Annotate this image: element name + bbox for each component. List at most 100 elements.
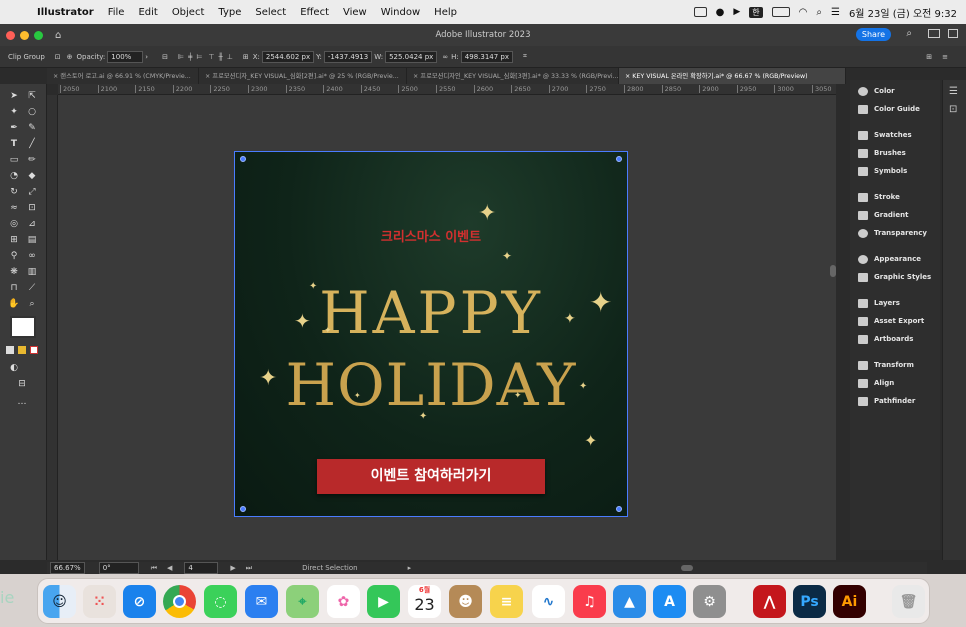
eraser-icon[interactable]: ◆ (26, 170, 38, 182)
panel-transparency[interactable]: Transparency (858, 226, 927, 240)
align-middle-icon[interactable]: ╫ (219, 53, 223, 61)
selection-handle[interactable] (240, 506, 246, 512)
play-icon[interactable]: ▶ (733, 7, 740, 17)
photos-icon[interactable]: ✿ (327, 585, 360, 618)
panel-stroke[interactable]: Stroke (858, 190, 900, 204)
status-arrow-icon[interactable]: ▸ (408, 564, 412, 572)
menu-app-name[interactable]: Illustrator (30, 7, 101, 18)
align-left-icon[interactable]: ⊫ (178, 53, 184, 61)
opacity-arrow-icon[interactable]: › (145, 53, 148, 61)
document-tab[interactable]: × 프로모션디자인_KEY VISUAL_심화[3편].ai* @ 33.33 … (407, 68, 619, 84)
creative-cloud-icon[interactable]: ● (716, 7, 725, 18)
arrange-docs-icon[interactable]: ⊞ (926, 53, 932, 61)
finder-icon[interactable]: ☺ (43, 585, 76, 618)
artboard-tool-icon[interactable]: ⊓ (8, 282, 20, 294)
zoom-tool-icon[interactable]: ⌕ (26, 298, 38, 310)
panel-appearance[interactable]: Appearance (858, 252, 921, 266)
messages-icon[interactable]: ◌ (204, 585, 237, 618)
next-artboard-icon[interactable]: ▶ (230, 564, 235, 572)
shape-builder-icon[interactable]: ◎ (8, 218, 20, 230)
previous-artboard-icon[interactable]: ◀ (167, 564, 172, 572)
draw-mode-icon[interactable]: ◐ (8, 362, 20, 374)
illustrator-icon[interactable]: Ai (833, 585, 866, 618)
zoom-field[interactable]: 66.67% (50, 562, 85, 574)
align-to-icon[interactable]: ⊟ (162, 53, 168, 61)
control-menu-icon[interactable]: ≡ (942, 53, 948, 61)
workspace-icon[interactable] (928, 29, 940, 38)
w-field[interactable]: 525.0424 px (385, 50, 438, 63)
align-center-icon[interactable]: ╪ (188, 53, 192, 61)
menu-select[interactable]: Select (248, 7, 293, 18)
h-field[interactable]: 498.3147 px (460, 50, 513, 63)
battery-icon[interactable] (771, 7, 790, 17)
wifi-icon[interactable]: ◠ (799, 7, 808, 18)
width-tool-icon[interactable]: ≈ (8, 202, 20, 214)
panel-transform[interactable]: Transform (858, 358, 914, 372)
menu-help[interactable]: Help (427, 7, 464, 18)
menu-edit[interactable]: Edit (131, 7, 164, 18)
last-artboard-icon[interactable]: ⏭ (246, 564, 252, 573)
artboard-number-field[interactable]: 4 (184, 562, 219, 574)
document-tab[interactable]: × 프로모션디자_KEY VISUAL_심화[2편].ai* @ 25 % (R… (199, 68, 407, 84)
photoshop-icon[interactable]: Ps (793, 585, 826, 618)
launchpad-icon[interactable]: ⁙ (83, 585, 116, 618)
screen-mirror-icon[interactable] (693, 7, 707, 17)
selection-handle[interactable] (616, 156, 622, 162)
link-proportions-icon[interactable]: ∞ (442, 53, 448, 61)
color-mode-icon[interactable] (6, 346, 14, 354)
facetime-icon[interactable]: ▶ (367, 585, 400, 618)
panel-gradient[interactable]: Gradient (858, 208, 908, 222)
selection-tool-icon[interactable]: ➤ (8, 90, 20, 102)
fill-stroke-swatch-icon[interactable] (10, 316, 36, 338)
eyedropper-icon[interactable]: ⚲ (8, 250, 20, 262)
trash-icon[interactable]: 🗑 (892, 585, 925, 618)
canvas-area[interactable]: 크리스마스 이벤트 HAPPY HOLIDAY ✦ ✦ ✦ ✦ ✦ ✦ ✦ ✦ … (58, 95, 836, 560)
selection-handle[interactable] (616, 506, 622, 512)
vertical-scrollbar[interactable] (830, 265, 836, 277)
align-top-icon[interactable]: ⊤ (208, 53, 214, 61)
selection-handle[interactable] (240, 156, 246, 162)
symbol-sprayer-icon[interactable]: ❋ (8, 266, 20, 278)
column-graph-icon[interactable]: ▥ (26, 266, 38, 278)
pen-tool-icon[interactable]: ✒ (8, 122, 20, 134)
mesh-tool-icon[interactable]: ⊞ (8, 234, 20, 246)
shaper-tool-icon[interactable]: ◔ (8, 170, 20, 182)
vertical-ruler[interactable] (47, 95, 58, 560)
panel-graphic-styles[interactable]: Graphic Styles (858, 270, 931, 284)
menubar-clock[interactable]: 6월 23일 (금) 오전 9:32 (849, 5, 957, 20)
panel-artboards[interactable]: Artboards (858, 332, 913, 346)
maps-icon[interactable]: ⌖ (286, 585, 319, 618)
panel-layers[interactable]: Layers (858, 296, 900, 310)
panel-asset-export[interactable]: Asset Export (858, 314, 924, 328)
chrome-icon[interactable] (163, 585, 196, 618)
panel-toggle-icon[interactable] (948, 29, 958, 38)
rectangle-tool-icon[interactable]: ▭ (8, 154, 20, 166)
menu-file[interactable]: File (101, 7, 132, 18)
blend-tool-icon[interactable]: ∞ (26, 250, 38, 262)
isolate-icon[interactable]: ⊡ (55, 53, 61, 61)
scale-tool-icon[interactable]: ⤢ (26, 186, 38, 198)
document-tab-active[interactable]: × KEY VISUAL 온라인 확장하기.ai* @ 66.67 % (RGB… (619, 68, 846, 84)
panel-symbols[interactable]: Symbols (858, 164, 907, 178)
mail-icon[interactable]: ✉ (245, 585, 278, 618)
slice-tool-icon[interactable]: ⟋ (26, 282, 38, 294)
panel-align[interactable]: Align (858, 376, 894, 390)
music-icon[interactable]: ♫ (573, 585, 606, 618)
menu-view[interactable]: View (336, 7, 374, 18)
menu-object[interactable]: Object (165, 7, 212, 18)
horizontal-ruler[interactable]: 2050 2100 2150 2200 2250 2300 2350 2400 2450 2500… (58, 84, 836, 95)
rotation-field[interactable]: 0° (98, 562, 139, 574)
curvature-tool-icon[interactable]: ✎ (26, 122, 38, 134)
reference-point-icon[interactable]: ⊞ (243, 53, 249, 61)
screen-mode-icon[interactable]: ⊟ (16, 378, 28, 390)
input-source-icon[interactable]: 한 (749, 6, 763, 18)
menu-type[interactable]: Type (211, 7, 248, 18)
gradient-tool-icon[interactable]: ▤ (26, 234, 38, 246)
menu-window[interactable]: Window (374, 7, 427, 18)
search-icon[interactable]: ⌕ (906, 28, 912, 39)
type-tool-icon[interactable]: T (8, 138, 20, 150)
free-transform-icon[interactable]: ⊡ (26, 202, 38, 214)
panel-color-guide[interactable]: Color Guide (858, 102, 920, 116)
more-tools-icon[interactable]: … (16, 396, 28, 408)
spotlight-icon[interactable]: ⌕ (816, 7, 822, 18)
